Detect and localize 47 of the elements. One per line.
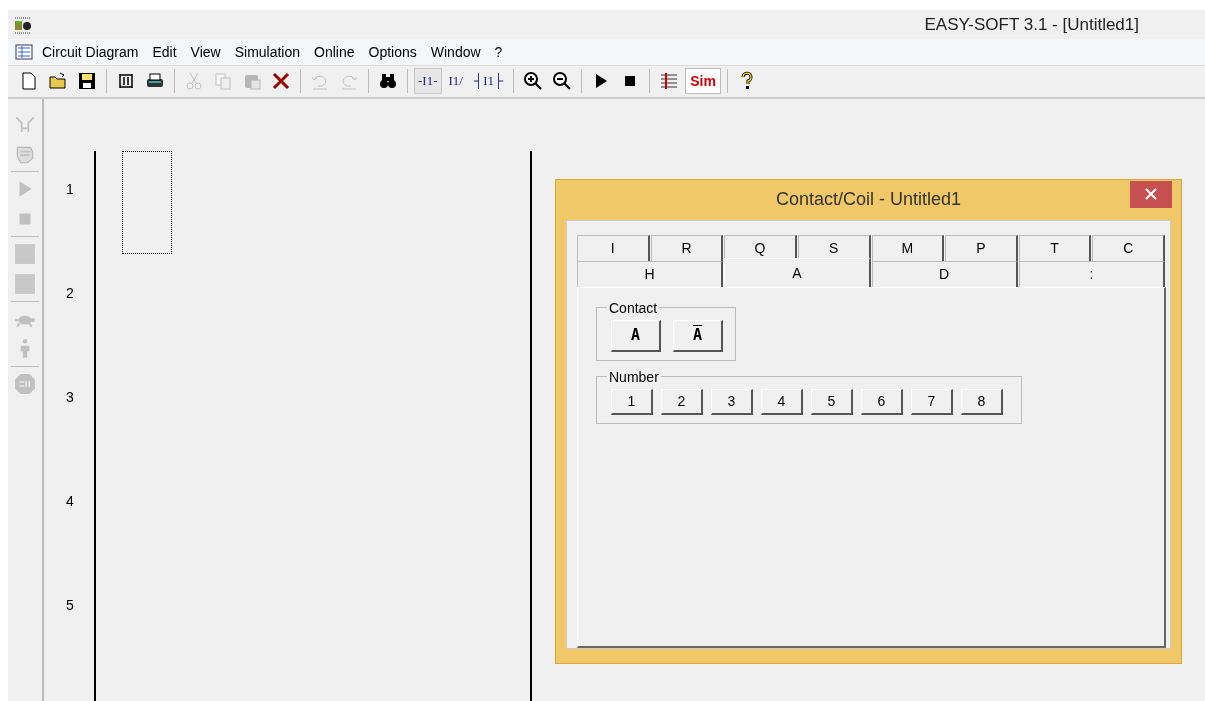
- tab[interactable]: M: [871, 235, 945, 261]
- contact-button[interactable]: A: [611, 320, 661, 352]
- tab[interactable]: T: [1018, 235, 1092, 261]
- row-number: 1: [66, 181, 74, 197]
- menu-item[interactable]: Circuit Diagram: [36, 42, 145, 62]
- tab[interactable]: :: [1018, 261, 1165, 287]
- number-button[interactable]: 1: [611, 389, 653, 415]
- contact-tool-button[interactable]: I1/: [444, 68, 467, 95]
- number-button[interactable]: 6: [861, 389, 903, 415]
- close-icon[interactable]: [1145, 188, 1157, 201]
- tab[interactable]: H: [577, 261, 724, 287]
- dialog-title: Contact/Coil - Untitled1: [775, 189, 962, 211]
- number-button[interactable]: 4: [761, 389, 803, 415]
- row-number: 4: [66, 493, 74, 509]
- menu-item[interactable]: View: [184, 42, 227, 62]
- menu-item[interactable]: Edit: [146, 42, 183, 62]
- tab[interactable]: I: [577, 235, 650, 261]
- close-button[interactable]: [1130, 181, 1172, 208]
- group-title: Number: [608, 369, 660, 385]
- tab[interactable]: C: [1092, 235, 1165, 261]
- menu-item[interactable]: Online: [308, 42, 361, 62]
- menu-item[interactable]: Options: [362, 42, 423, 62]
- app-icon: [14, 15, 32, 34]
- row-number: 3: [66, 389, 74, 405]
- menu-item[interactable]: Simulation: [228, 42, 307, 62]
- diagram-icon[interactable]: [14, 42, 34, 62]
- window-title: EASY-SOFT 3.1 - [Untitled1]: [924, 14, 1139, 35]
- tab[interactable]: Q: [724, 235, 797, 261]
- contact-tool-button[interactable]: -I1-: [414, 68, 442, 95]
- number-button[interactable]: 8: [961, 389, 1003, 415]
- tab[interactable]: P: [945, 235, 1018, 261]
- row-number: 5: [66, 597, 74, 613]
- menu-item[interactable]: ?: [488, 42, 509, 62]
- group-title: Contact: [608, 300, 659, 316]
- contact-button[interactable]: A: [673, 320, 723, 352]
- tab[interactable]: A: [724, 258, 871, 287]
- number-button[interactable]: 5: [811, 389, 853, 415]
- tab[interactable]: R: [650, 235, 724, 261]
- menu-item[interactable]: Window: [424, 42, 487, 62]
- simulation-button[interactable]: Sim: [685, 68, 721, 95]
- number-button[interactable]: 7: [911, 389, 953, 415]
- number-button[interactable]: 2: [661, 389, 703, 415]
- number-button[interactable]: 3: [711, 389, 753, 415]
- row-number: 2: [66, 285, 74, 301]
- tab[interactable]: D: [871, 261, 1018, 287]
- contact-tool-button[interactable]: ┤I1├: [469, 68, 508, 95]
- tab[interactable]: S: [797, 235, 871, 261]
